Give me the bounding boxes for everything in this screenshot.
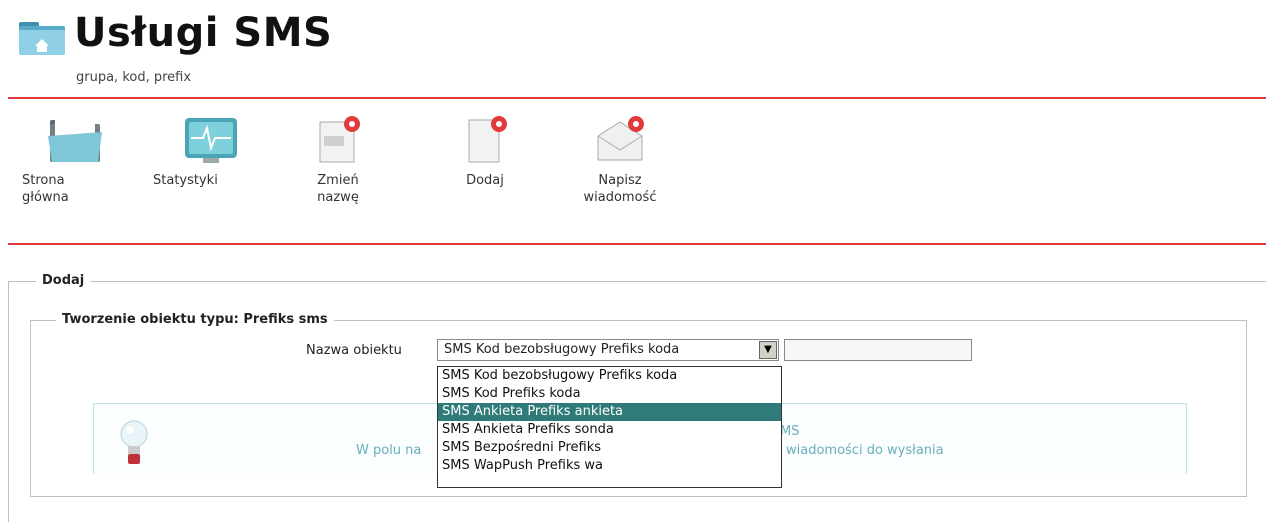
chevron-down-icon[interactable]: ▼: [759, 341, 777, 359]
object-name-label: Nazwa obiektu: [306, 343, 402, 358]
dropdown-option[interactable]: SMS Ankieta Prefiks sonda: [438, 421, 781, 439]
object-name-select[interactable]: SMS Kod bezobsługowy Prefiks koda ▼: [437, 339, 779, 361]
toolbar-add-button[interactable]: Dodaj: [445, 114, 525, 189]
lightbulb-icon: [120, 420, 148, 464]
dropdown-option[interactable]: SMS Bezpośredni Prefiks: [438, 439, 781, 457]
add-legend: Dodaj: [36, 273, 91, 288]
dropdown-option[interactable]: SMS Kod bezobsługowy Prefiks koda: [438, 367, 781, 385]
rename-icon: [308, 114, 368, 166]
info-text-left: W polu na: [356, 443, 422, 458]
toolbar-divider: [8, 243, 1266, 245]
toolbar-write-message-button[interactable]: Napisz wiadomość: [560, 114, 680, 206]
dropdown-option[interactable]: SMS WapPush Prefiks wa: [438, 457, 781, 475]
page-title: Usługi SMS: [74, 10, 333, 56]
info-text-title: MS: [780, 424, 800, 439]
toolbar-add-label: Dodaj: [466, 173, 504, 188]
toolbar-home-label: Strona główna: [22, 173, 69, 205]
toolbar-home-button[interactable]: Strona główna: [22, 114, 102, 206]
home-folder-icon: [19, 22, 65, 55]
monitor-icon: [181, 114, 241, 166]
header-divider: [8, 97, 1266, 99]
envelope-icon: [590, 114, 650, 166]
toolbar-rename-label: Zmień nazwę: [317, 173, 359, 205]
create-object-legend: Tworzenie obiektu typu: Prefiks sms: [56, 312, 334, 327]
info-text-right: wiadomości do wysłania: [786, 443, 944, 458]
dropdown-option[interactable]: SMS Kod Prefiks koda: [438, 385, 781, 403]
toolbar-rename-button[interactable]: Zmień nazwę: [298, 114, 378, 206]
add-page-icon: [455, 114, 515, 166]
object-name-text-input[interactable]: [784, 339, 972, 361]
page-subtitle: grupa, kod, prefix: [76, 70, 192, 85]
object-name-select-value: SMS Kod bezobsługowy Prefiks koda: [444, 342, 680, 357]
folder-icon: [46, 114, 106, 166]
toolbar-statistics-button[interactable]: Statystyki: [153, 114, 253, 189]
toolbar-statistics-label: Statystyki: [153, 173, 218, 188]
object-name-dropdown-list[interactable]: SMS Kod bezobsługowy Prefiks koda SMS Ko…: [437, 366, 782, 488]
toolbar-write-message-label: Napisz wiadomość: [583, 173, 657, 205]
dropdown-option-selected[interactable]: SMS Ankieta Prefiks ankieta: [438, 403, 781, 421]
